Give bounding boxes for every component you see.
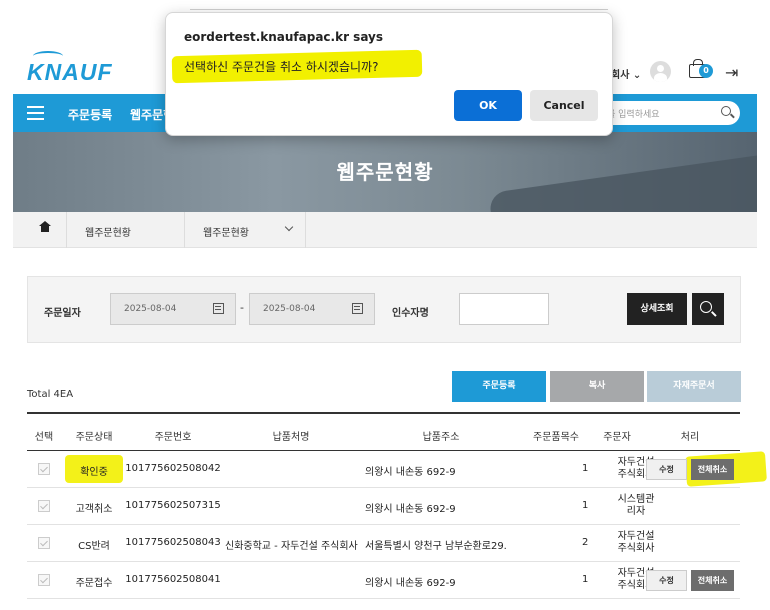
receiver-label: 인수자명 bbox=[392, 308, 429, 319]
dialog-title: eordertest.knaufapac.kr says bbox=[184, 30, 384, 44]
orderer: 자두건설 주식회사 bbox=[617, 531, 655, 554]
detail-search-button[interactable]: 상세조회 bbox=[627, 293, 687, 325]
header-status: 주문상태 bbox=[75, 432, 113, 443]
cancel-button[interactable]: Cancel bbox=[530, 90, 598, 121]
header-item-count: 주문품목수 bbox=[533, 432, 579, 443]
header-order-no: 주문번호 bbox=[154, 432, 192, 443]
cart-count-badge: 0 bbox=[699, 64, 713, 78]
row-checkbox[interactable] bbox=[38, 500, 50, 512]
material-order-button[interactable]: 자재주문서 bbox=[647, 371, 741, 402]
order-table: 선택 주문상태 주문번호 납품처명 납품주소 주문품목수 주문자 처리 확인중 … bbox=[27, 412, 767, 599]
order-number[interactable]: 101775602508042 bbox=[125, 463, 220, 474]
header-address: 납품주소 bbox=[422, 432, 460, 443]
breadcrumb-home[interactable] bbox=[13, 212, 67, 248]
ok-button[interactable]: OK bbox=[454, 90, 522, 121]
orderer: 시스템관 리자 bbox=[617, 494, 655, 517]
avatar-icon[interactable] bbox=[650, 61, 671, 82]
calendar-icon[interactable] bbox=[352, 303, 363, 314]
order-number[interactable]: 101775602508043 bbox=[125, 537, 220, 548]
chevron-down-icon bbox=[284, 222, 294, 232]
dialog-message: 선택하신 주문건을 취소 하시겠습니까? bbox=[184, 60, 379, 74]
delivery-site: 신화중학교 - 자두건설 주식회사 bbox=[225, 541, 358, 552]
header-site: 납품처명 bbox=[272, 432, 310, 443]
page-banner: 웹주문현황 bbox=[13, 132, 757, 212]
order-register-button[interactable]: 주문등록 bbox=[452, 371, 546, 402]
cancel-all-button[interactable]: 전체취소 bbox=[691, 570, 734, 591]
row-checkbox[interactable] bbox=[38, 574, 50, 586]
date-separator: - bbox=[240, 301, 244, 314]
table-header: 선택 주문상태 주문번호 납품처명 납품주소 주문품목수 주문자 처리 bbox=[27, 414, 740, 451]
header-select: 선택 bbox=[34, 432, 54, 443]
order-number[interactable]: 101775602508041 bbox=[125, 574, 220, 585]
breadcrumb-item-1[interactable]: 웹주문현황 bbox=[67, 212, 185, 248]
row-checkbox[interactable] bbox=[38, 537, 50, 549]
item-count: 1 bbox=[582, 500, 589, 511]
nav-search-input[interactable]: 를 입력하세요 bbox=[597, 101, 740, 125]
hamburger-menu-icon[interactable] bbox=[27, 106, 44, 120]
row-checkbox[interactable] bbox=[38, 463, 50, 475]
search-panel: 주문일자 2025-08-04 - 2025-08-04 인수자명 상세조회 bbox=[27, 276, 741, 343]
order-status: 고객취소 bbox=[75, 504, 113, 515]
table-row: 고객취소 101775602507315 의왕시 내손동 692-9 1 시스템… bbox=[27, 488, 740, 525]
header-action: 처리 bbox=[680, 432, 700, 443]
order-status: 주문접수 bbox=[75, 578, 113, 589]
confirm-dialog: eordertest.knaufapac.kr says 선택하신 주문건을 취… bbox=[165, 12, 613, 136]
knauf-logo[interactable]: KNAUF bbox=[27, 59, 113, 86]
date-from-input[interactable]: 2025-08-04 bbox=[110, 293, 236, 325]
delivery-address: 의왕시 내손동 692-9 bbox=[365, 467, 456, 478]
table-row: 주문접수 101775602508041 의왕시 내손동 692-9 1 자두건… bbox=[27, 562, 740, 599]
home-icon bbox=[39, 221, 51, 232]
item-count: 1 bbox=[582, 574, 589, 585]
order-date-label: 주문일자 bbox=[44, 308, 81, 319]
total-count: Total 4EA bbox=[27, 389, 74, 400]
item-count: 2 bbox=[582, 537, 589, 548]
edit-button[interactable]: 수정 bbox=[646, 459, 687, 480]
table-row: 확인중 101775602508042 의왕시 내손동 692-9 1 자두건설… bbox=[27, 451, 767, 488]
company-menu[interactable]: 회사 ⌄ bbox=[611, 66, 641, 81]
order-status: CS반려 bbox=[78, 541, 110, 552]
edit-button[interactable]: 수정 bbox=[646, 570, 687, 591]
logout-icon[interactable]: ⇥ bbox=[725, 63, 738, 82]
cancel-all-button[interactable]: 전체취소 bbox=[691, 459, 734, 480]
delivery-address: 의왕시 내손동 692-9 bbox=[365, 578, 456, 589]
date-to-input[interactable]: 2025-08-04 bbox=[249, 293, 375, 325]
nav-item-order-register[interactable]: 주문등록 bbox=[68, 106, 112, 123]
nav-search-placeholder: 를 입력하세요 bbox=[607, 110, 660, 120]
order-number[interactable]: 101775602507315 bbox=[125, 500, 220, 511]
breadcrumb: 웹주문현황 웹주문현황 bbox=[13, 212, 757, 248]
search-icon[interactable] bbox=[721, 106, 731, 116]
delivery-address: 서울특별시 양천구 남부순환로29. bbox=[365, 541, 507, 552]
copy-button[interactable]: 복사 bbox=[550, 371, 644, 402]
search-icon bbox=[700, 301, 712, 313]
calendar-icon[interactable] bbox=[213, 303, 224, 314]
company-label: 회사 bbox=[611, 70, 630, 81]
search-button[interactable] bbox=[692, 293, 724, 325]
dialog-divider bbox=[190, 9, 608, 10]
receiver-input[interactable] bbox=[459, 293, 549, 325]
header-orderer: 주문자 bbox=[603, 432, 631, 443]
order-status: 확인중 bbox=[80, 467, 108, 478]
page-title: 웹주문현황 bbox=[336, 160, 434, 184]
item-count: 1 bbox=[582, 463, 589, 474]
table-row: CS반려 101775602508043 신화중학교 - 자두건설 주식회사 서… bbox=[27, 525, 740, 562]
delivery-address: 의왕시 내손동 692-9 bbox=[365, 504, 456, 515]
breadcrumb-item-2-dropdown[interactable]: 웹주문현황 bbox=[185, 212, 306, 248]
